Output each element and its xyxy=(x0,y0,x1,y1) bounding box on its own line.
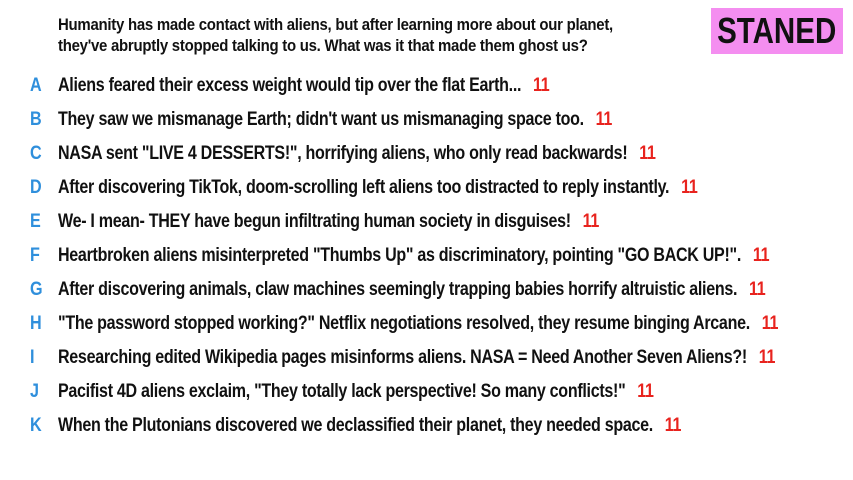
answer-row-j[interactable]: J Pacifist 4D aliens exclaim, "They tota… xyxy=(0,378,853,408)
vote-count: 11 xyxy=(532,75,550,96)
answer-text: Aliens feared their excess weight would … xyxy=(58,75,522,96)
answer-row-a[interactable]: A Aliens feared their excess weight woul… xyxy=(0,72,853,102)
vote-count: 11 xyxy=(758,347,776,368)
answer-row-c[interactable]: C NASA sent "LIVE 4 DESSERTS!", horrifyi… xyxy=(0,140,853,170)
answer-letter: B xyxy=(30,109,42,130)
vote-count: 11 xyxy=(637,381,654,402)
answer-text: "The password stopped working?" Netflix … xyxy=(58,313,750,334)
answer-row-f[interactable]: F Heartbroken aliens misinterpreted "Thu… xyxy=(0,242,853,272)
prompt-question: Humanity has made contact with aliens, b… xyxy=(58,14,621,56)
staned-badge: STANED xyxy=(711,8,843,54)
prompt-line-2: they've abruptly stopped talking to us. … xyxy=(58,36,588,55)
answer-letter: H xyxy=(30,313,42,334)
prompt-line-1: Humanity has made contact with aliens, b… xyxy=(58,15,613,34)
answer-letter: A xyxy=(30,75,42,96)
answer-row-b[interactable]: B They saw we mismanage Earth; didn't wa… xyxy=(0,106,853,136)
answer-text: They saw we mismanage Earth; didn't want… xyxy=(58,109,584,130)
answer-letter: J xyxy=(30,381,39,402)
vote-count: 11 xyxy=(582,211,600,232)
answer-row-k[interactable]: K When the Plutonians discovered we decl… xyxy=(0,412,853,442)
answer-row-i[interactable]: I Researching edited Wikipedia pages mis… xyxy=(0,344,853,374)
vote-count: 11 xyxy=(639,143,656,164)
vote-count: 11 xyxy=(595,109,613,130)
answer-letter: C xyxy=(30,143,42,164)
answer-text: NASA sent "LIVE 4 DESSERTS!", horrifying… xyxy=(58,143,628,164)
badge-label: STANED xyxy=(717,10,837,51)
answer-text: Pacifist 4D aliens exclaim, "They totall… xyxy=(58,381,626,402)
answer-text: When the Plutonians discovered we declas… xyxy=(58,415,653,436)
vote-count: 11 xyxy=(664,415,682,436)
answer-letter: F xyxy=(30,245,40,266)
answer-row-g[interactable]: G After discovering animals, claw machin… xyxy=(0,276,853,306)
answer-letter: K xyxy=(30,415,42,436)
vote-count: 11 xyxy=(752,245,770,266)
answer-text: After discovering TikTok, doom-scrolling… xyxy=(58,177,670,198)
answer-row-d[interactable]: D After discovering TikTok, doom-scrolli… xyxy=(0,174,853,204)
vote-count: 11 xyxy=(761,313,779,334)
answer-text: Heartbroken aliens misinterpreted "Thumb… xyxy=(58,245,742,266)
vote-count: 11 xyxy=(748,279,766,300)
answer-letter: G xyxy=(30,279,43,300)
vote-count: 11 xyxy=(681,177,698,198)
answer-text: We- I mean- THEY have begun infiltrating… xyxy=(58,211,571,232)
answer-row-e[interactable]: E We- I mean- THEY have begun infiltrati… xyxy=(0,208,853,238)
answer-text: After discovering animals, claw machines… xyxy=(58,279,738,300)
answer-letter: I xyxy=(30,347,35,368)
answer-letter: E xyxy=(30,211,41,232)
answer-text: Researching edited Wikipedia pages misin… xyxy=(58,347,747,368)
answer-row-h[interactable]: H "The password stopped working?" Netfli… xyxy=(0,310,853,340)
answer-letter: D xyxy=(30,177,42,198)
